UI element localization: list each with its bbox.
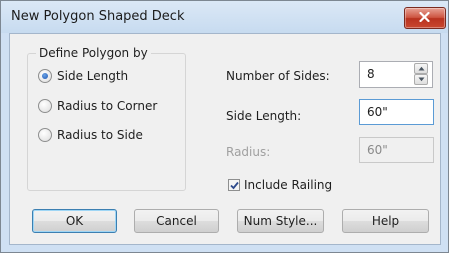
number-of-sides-value: 8 (367, 67, 375, 81)
num-style-button[interactable]: Num Style... (237, 209, 324, 233)
dialog-window: New Polygon Shaped Deck Define Polygon b… (0, 0, 449, 253)
side-length-label: Side Length: (226, 109, 302, 123)
spin-down-button[interactable] (414, 74, 428, 85)
ok-button[interactable]: OK (32, 209, 117, 233)
side-length-input[interactable]: 60" (359, 99, 434, 125)
radio-side-length-label: Side Length (57, 69, 129, 83)
radio-radius-to-side[interactable]: Radius to Side (38, 127, 143, 143)
radio-radius-to-corner-label: Radius to Corner (57, 99, 158, 113)
dialog-body: Define Polygon by Side Length Radius to … (9, 33, 441, 245)
arrow-up-icon (418, 66, 425, 71)
number-of-sides-label: Number of Sides: (226, 69, 330, 83)
spin-up-button[interactable] (414, 63, 428, 74)
define-polygon-group-label: Define Polygon by (36, 46, 151, 60)
help-button[interactable]: Help (342, 209, 429, 233)
cancel-button[interactable]: Cancel (134, 209, 219, 233)
radio-radius-to-corner[interactable]: Radius to Corner (38, 98, 157, 114)
radio-radius-to-corner-circle[interactable] (38, 99, 52, 113)
radio-side-length[interactable]: Side Length (38, 68, 128, 84)
include-railing-checkbox[interactable]: Include Railing (228, 178, 332, 192)
arrow-down-icon (418, 77, 425, 82)
close-button[interactable] (404, 7, 446, 29)
window-title: New Polygon Shaped Deck (11, 9, 185, 24)
include-railing-label: Include Railing (244, 178, 333, 192)
define-polygon-group: Define Polygon by Side Length Radius to … (27, 46, 186, 191)
radio-radius-to-side-circle[interactable] (38, 128, 52, 142)
close-icon (419, 12, 430, 22)
radio-radius-to-side-label: Radius to Side (57, 128, 143, 142)
title-bar[interactable]: New Polygon Shaped Deck (1, 1, 448, 33)
checkmark-icon (230, 181, 239, 190)
radius-label: Radius: (226, 145, 271, 159)
side-length-value: 60" (367, 105, 388, 119)
radio-side-length-circle[interactable] (38, 69, 52, 83)
radius-value: 60" (367, 143, 388, 157)
radius-input[interactable]: 60" (359, 137, 434, 163)
include-railing-box[interactable] (228, 179, 240, 191)
